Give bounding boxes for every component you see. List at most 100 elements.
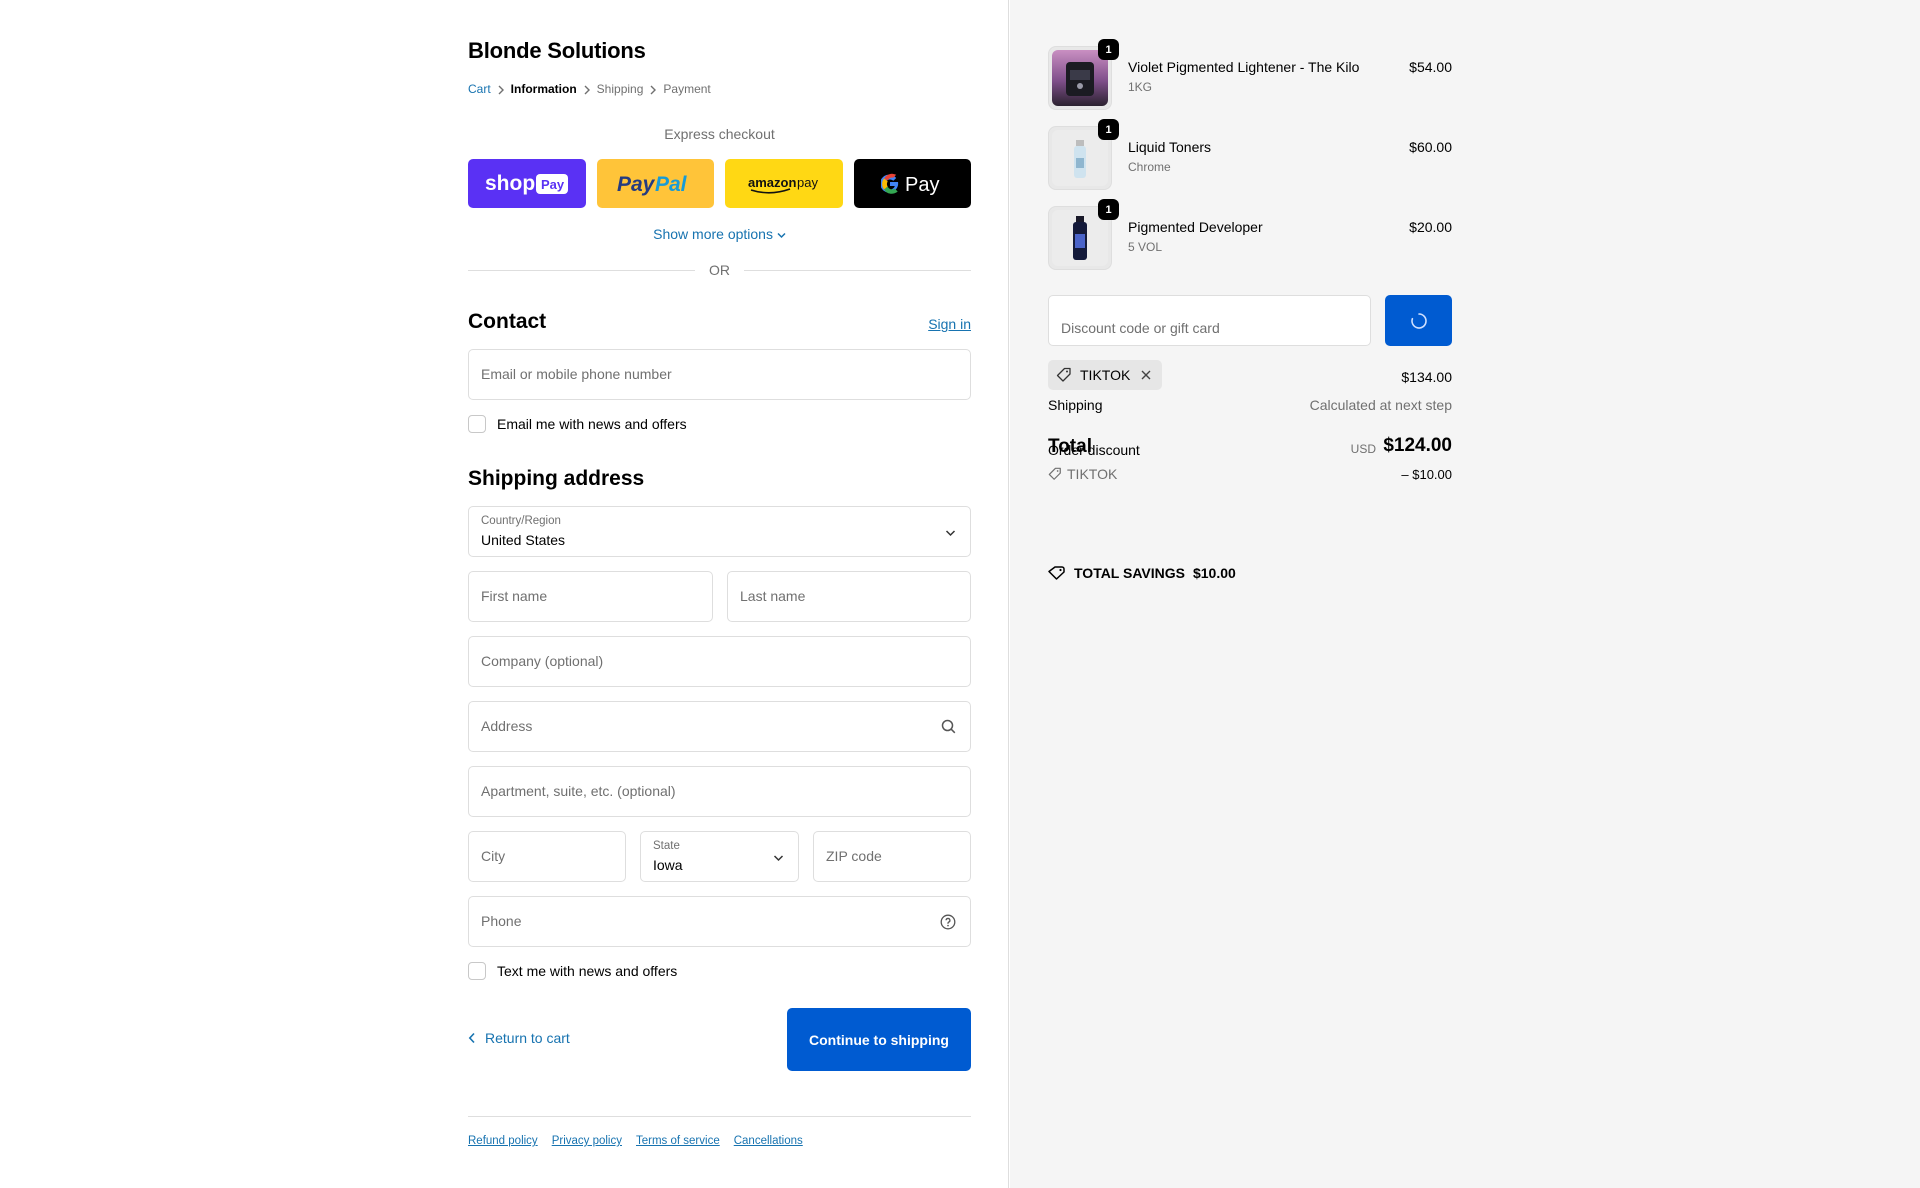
cart-item: 1 Violet Pigmented Lightener - The Kilo …: [1048, 39, 1452, 110]
or-label: OR: [709, 262, 730, 278]
email-news-checkbox[interactable]: [468, 415, 486, 433]
total-savings-amount: $10.00: [1192, 565, 1236, 581]
tag-icon: [1056, 367, 1071, 382]
breadcrumb-payment: Payment: [663, 82, 711, 96]
shop-pay-button[interactable]: shop Pay: [468, 159, 586, 208]
product-thumbnail: 1: [1048, 39, 1119, 110]
close-icon[interactable]: [1140, 369, 1152, 381]
chevron-right-icon: [643, 82, 663, 96]
quantity-badge: 1: [1098, 39, 1119, 60]
svg-text:amazon: amazon: [748, 175, 796, 190]
first-name-field[interactable]: First name: [468, 571, 713, 622]
item-price: $60.00: [1409, 139, 1452, 155]
chevron-down-icon: [773, 849, 784, 867]
order-discount-value: – $10.00: [1401, 467, 1452, 482]
chevron-down-icon: [945, 524, 956, 542]
total-currency: USD: [1350, 442, 1376, 456]
cart-item: 1 Pigmented Developer 5 VOL $20.00: [1048, 199, 1452, 270]
subtotal-value: $134.00: [1401, 369, 1452, 385]
sign-in-link[interactable]: Sign in: [928, 316, 971, 332]
total-label: Total: [1048, 436, 1092, 457]
state-value: Iowa: [653, 857, 683, 873]
contact-title: Contact: [468, 310, 547, 333]
breadcrumb-cart[interactable]: Cart: [468, 82, 491, 96]
state-select[interactable]: State Iowa: [640, 831, 799, 882]
text-news-option: Text me with news and offers: [468, 962, 677, 980]
product-thumbnail: 1: [1048, 119, 1119, 190]
svg-text:shop: shop: [485, 172, 535, 195]
discount-placeholder: Discount code or gift card: [1061, 320, 1220, 336]
continue-to-shipping-button[interactable]: Continue to shipping: [787, 1008, 971, 1071]
google-pay-logo-icon: Pay: [881, 173, 940, 196]
country-select[interactable]: Country/Region United States: [468, 506, 971, 557]
svg-text:Pal: Pal: [655, 173, 688, 196]
paypal-button[interactable]: Pay Pal: [596, 159, 714, 208]
or-divider: OR: [468, 262, 971, 278]
apartment-field[interactable]: Apartment, suite, etc. (optional): [468, 766, 971, 817]
state-label: State: [653, 840, 680, 852]
total-savings: TOTAL SAVINGS $10.00: [1048, 565, 1236, 581]
text-news-label: Text me with news and offers: [497, 963, 678, 979]
search-icon: [941, 719, 956, 739]
chevron-down-icon: [777, 232, 786, 239]
address-field[interactable]: Address: [468, 701, 971, 752]
loading-spinner-icon: [1410, 312, 1427, 329]
city-field[interactable]: City: [468, 831, 626, 882]
phone-field[interactable]: Phone: [468, 896, 971, 947]
help-circle-icon[interactable]: [940, 914, 956, 935]
return-to-cart-label: Return to cart: [485, 1030, 570, 1046]
chevron-right-icon: [491, 82, 511, 96]
svg-text:Pay: Pay: [617, 173, 656, 196]
show-more-options-link[interactable]: Show more options: [653, 226, 786, 242]
svg-text:Pay: Pay: [905, 174, 939, 196]
shipping-address-title: Shipping address: [468, 467, 645, 490]
product-thumbnail: 1: [1048, 199, 1119, 270]
breadcrumb-shipping: Shipping: [596, 82, 644, 96]
svg-text:Pay: Pay: [541, 177, 565, 192]
privacy-policy-link[interactable]: Privacy policy: [552, 1135, 622, 1147]
footer-divider: [468, 1116, 971, 1117]
savings-tag-icon: [1048, 566, 1065, 580]
discount-code-input[interactable]: Discount code or gift card: [1048, 295, 1371, 346]
zip-field[interactable]: ZIP code: [813, 831, 971, 882]
email-news-option: Email me with news and offers: [468, 415, 687, 433]
item-name: Liquid Toners: [1128, 139, 1212, 155]
google-pay-button[interactable]: Pay: [853, 159, 971, 208]
company-field[interactable]: Company (optional): [468, 636, 971, 687]
last-name-field[interactable]: Last name: [727, 571, 971, 622]
applied-discount-tag: TIKTOK: [1048, 360, 1163, 390]
cart-item: 1 Liquid Toners Chrome $60.00: [1048, 119, 1452, 190]
address-placeholder: Address: [481, 718, 533, 734]
cancellations-link[interactable]: Cancellations: [734, 1135, 803, 1147]
item-price: $54.00: [1409, 59, 1452, 75]
item-variant: 1KG: [1128, 80, 1153, 94]
terms-of-service-link[interactable]: Terms of service: [636, 1135, 720, 1147]
amazon-pay-button[interactable]: amazon pay: [725, 159, 843, 208]
return-to-cart-link[interactable]: Return to cart: [468, 1030, 570, 1046]
email-field[interactable]: Email or mobile phone number: [468, 349, 971, 400]
shipping-value: Calculated at next step: [1309, 397, 1452, 413]
city-placeholder: City: [481, 848, 506, 864]
text-news-checkbox[interactable]: [468, 962, 486, 980]
shop-name[interactable]: Blonde Solutions: [468, 38, 646, 64]
amazon-pay-logo-icon: amazon pay: [748, 175, 818, 194]
express-checkout-title: Express checkout: [664, 126, 775, 142]
item-name: Pigmented Developer: [1128, 219, 1263, 235]
item-price: $20.00: [1409, 219, 1452, 235]
zip-placeholder: ZIP code: [826, 848, 882, 864]
divider-line: [744, 269, 971, 271]
quantity-badge: 1: [1098, 199, 1119, 220]
last-name-placeholder: Last name: [740, 588, 806, 604]
shipping-label: Shipping: [1048, 397, 1103, 413]
item-variant: 5 VOL: [1128, 240, 1163, 254]
express-pay-buttons: shop Pay Pay Pal amazon pay Pay: [468, 159, 971, 208]
order-discount-code-text: TIKTOK: [1067, 466, 1118, 482]
paypal-logo-icon: Pay Pal: [617, 173, 688, 196]
refund-policy-link[interactable]: Refund policy: [468, 1135, 538, 1147]
shop-pay-logo-icon: shop Pay: [485, 172, 568, 195]
chevron-left-icon: [468, 1032, 475, 1044]
apartment-placeholder: Apartment, suite, etc. (optional): [481, 783, 676, 799]
apply-discount-button[interactable]: [1385, 295, 1452, 346]
item-variant: Chrome: [1128, 160, 1171, 174]
applied-discount-code: TIKTOK: [1080, 367, 1131, 383]
